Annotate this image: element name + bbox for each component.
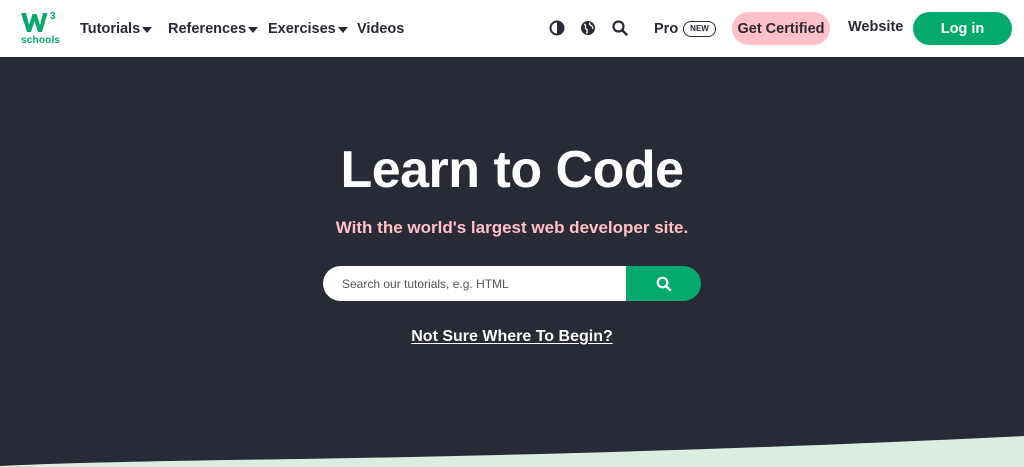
nav-tutorials-label: Tutorials (80, 21, 141, 37)
get-certified-button[interactable]: Get Certified (732, 12, 830, 45)
nav-videos-link[interactable]: Videos (357, 19, 404, 39)
hero-subtitle: With the world's largest web developer s… (335, 218, 689, 237)
search-icon (656, 276, 671, 291)
hero-search-bar (323, 266, 701, 301)
pro-label: Pro (654, 21, 679, 37)
w3schools-logo[interactable]: 3 schools (20, 10, 61, 48)
logo-text: schools (21, 35, 61, 46)
not-sure-container: Not Sure Where To Begin? (0, 328, 1024, 346)
pro-link[interactable]: Pro NEW (654, 19, 716, 39)
nav-references-label: References (168, 21, 247, 37)
not-sure-where-to-begin-link[interactable]: Not Sure Where To Begin? (411, 328, 612, 345)
caret-down-icon (337, 26, 348, 33)
nav-tutorials-dropdown[interactable]: Tutorials (80, 19, 153, 39)
svg-text:3: 3 (50, 11, 56, 22)
contrast-toggle-button[interactable] (547, 18, 567, 38)
search-submit-button[interactable] (626, 266, 701, 301)
nav-videos-label: Videos (357, 21, 405, 37)
caret-down-icon (142, 26, 153, 33)
globe-icon (581, 21, 595, 35)
nav-exercises-dropdown[interactable]: Exercises (268, 19, 348, 39)
language-button[interactable] (578, 18, 598, 38)
new-badge: NEW (683, 21, 716, 37)
wave-decoration (0, 436, 1024, 467)
search-icon (612, 20, 628, 36)
search-toggle-button[interactable] (610, 18, 630, 38)
caret-down-icon (248, 26, 259, 33)
login-button[interactable]: Log in (913, 12, 1012, 45)
top-navigation-bar: 3 schools Tutorials References Exercises… (0, 0, 1024, 57)
website-link[interactable]: Website (848, 19, 903, 35)
nav-references-dropdown[interactable]: References (168, 19, 259, 39)
hero-title: Learn to Code (340, 141, 684, 199)
contrast-icon (549, 20, 565, 36)
w3-logo-icon: 3 (21, 11, 56, 32)
nav-exercises-label: Exercises (268, 21, 336, 37)
tutorial-search-input[interactable] (323, 266, 626, 301)
